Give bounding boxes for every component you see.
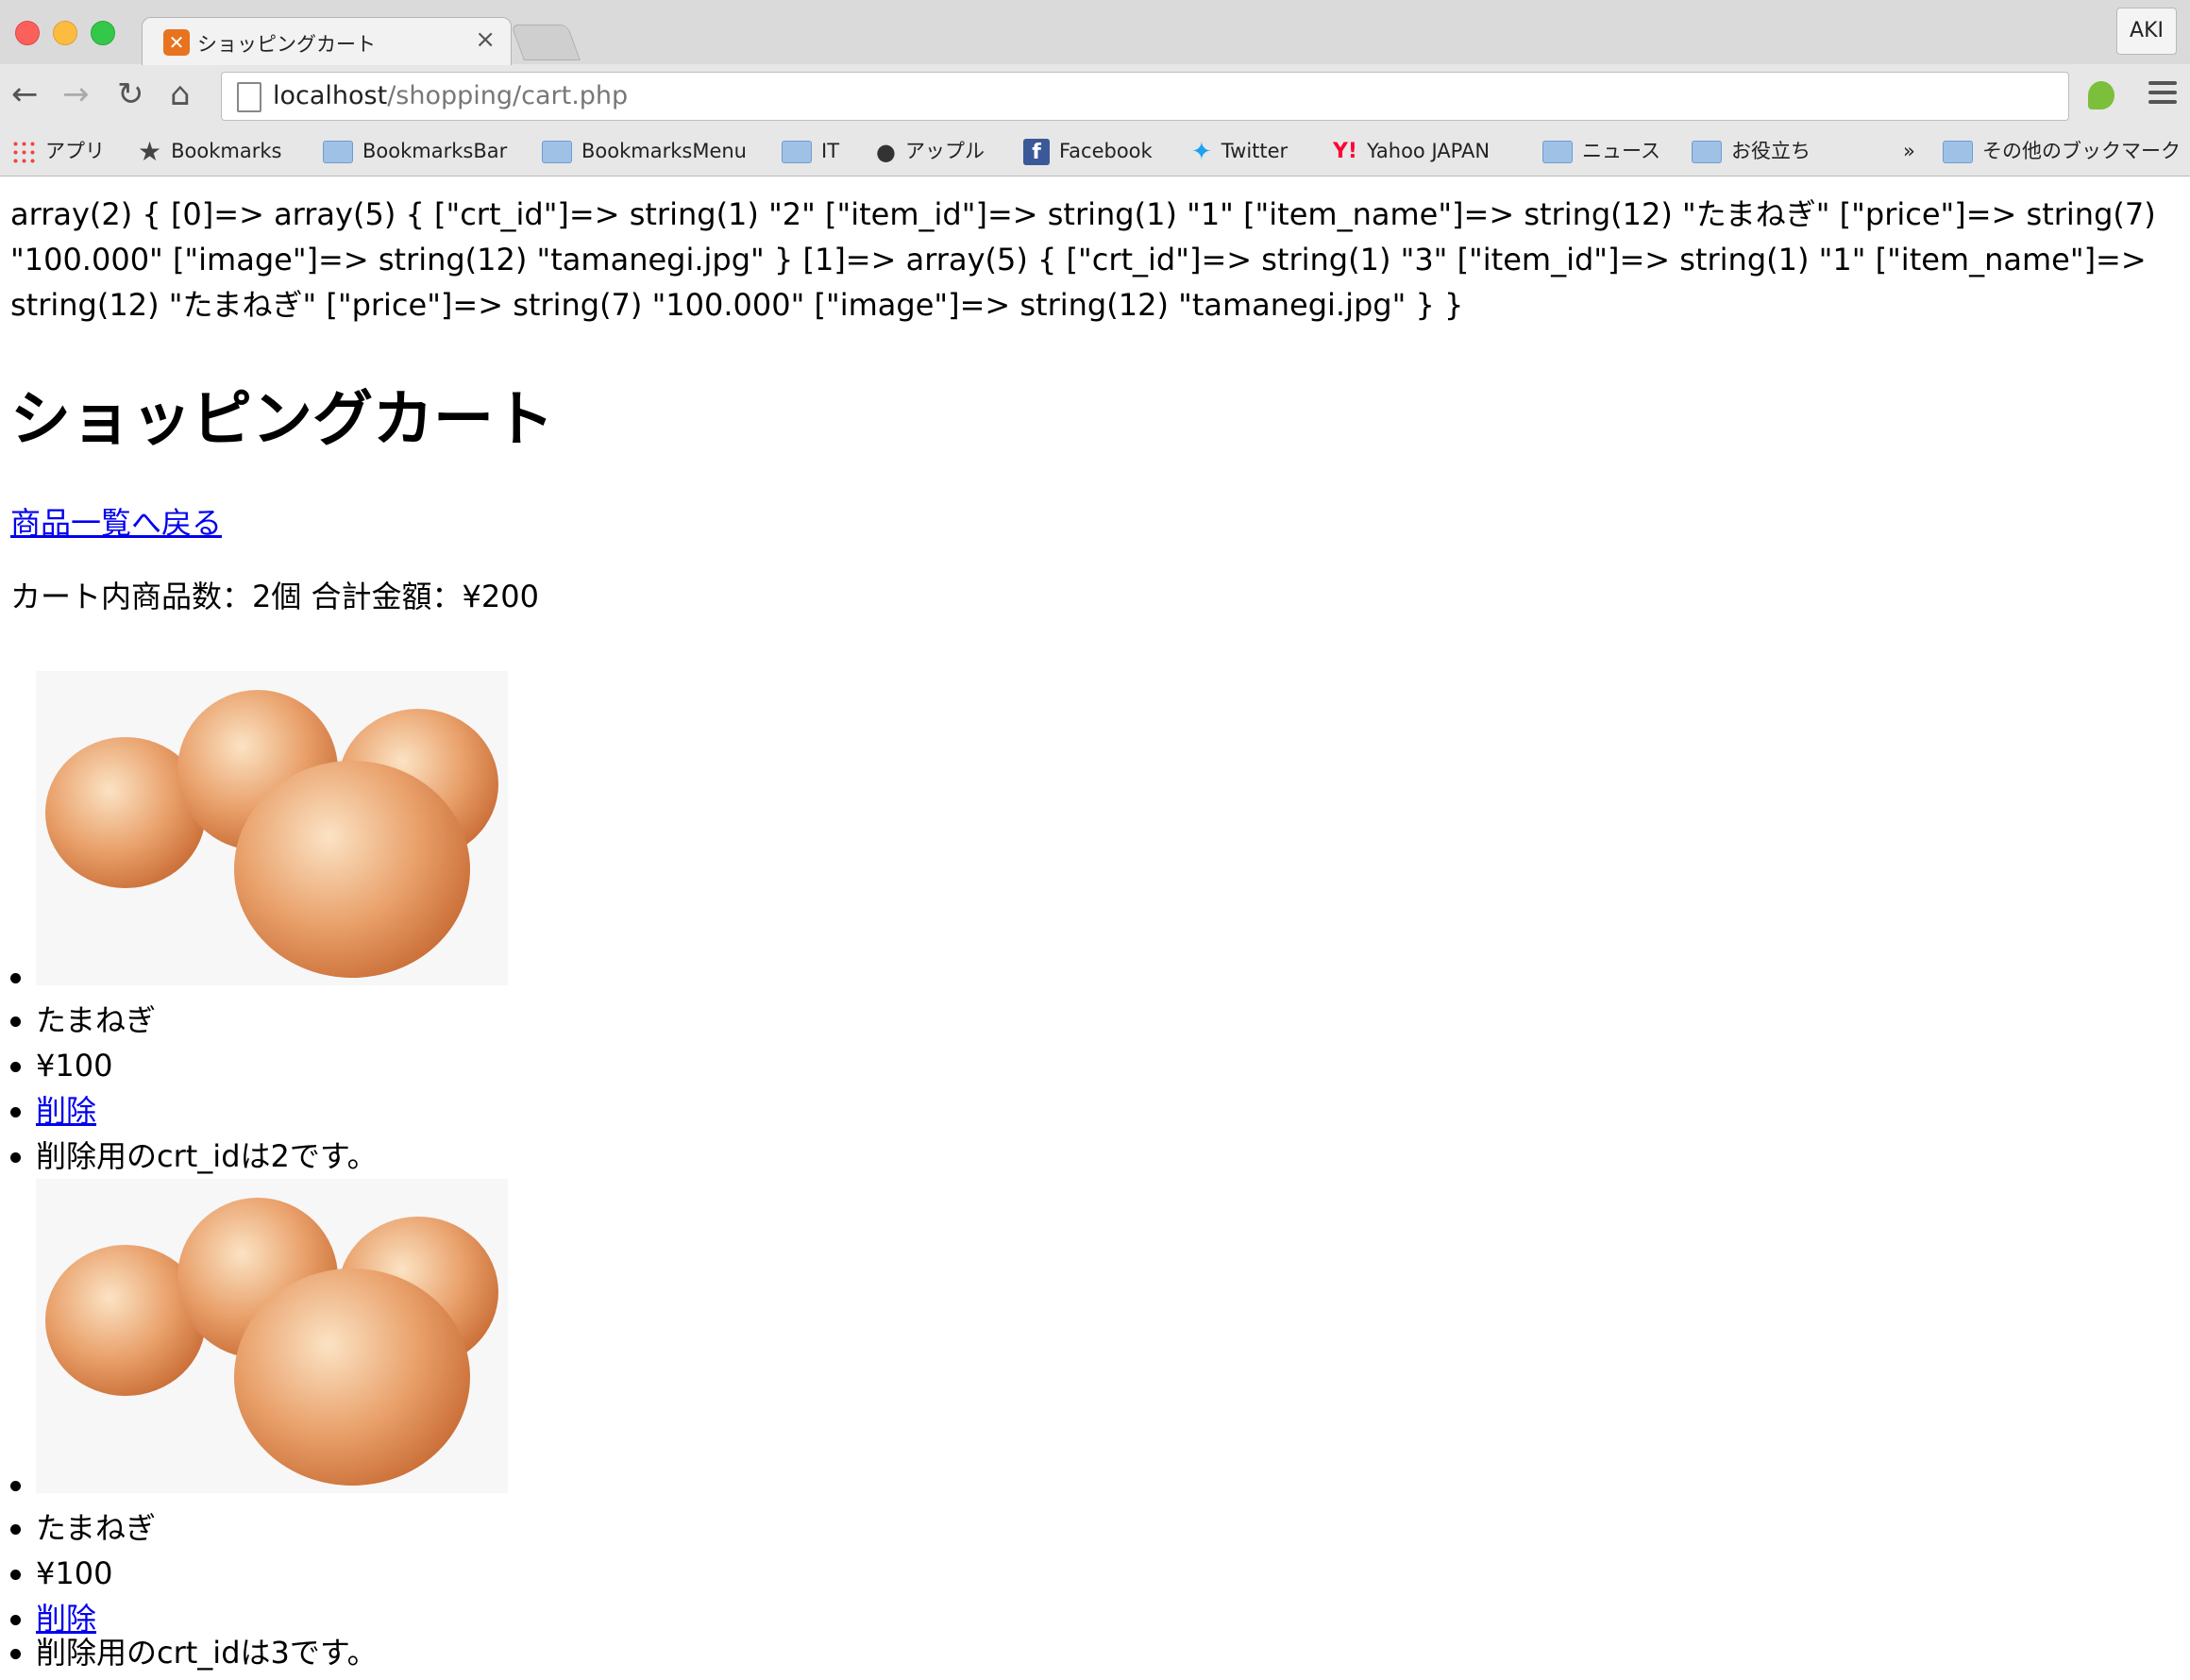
item-price: ¥100 (36, 1048, 113, 1084)
page-icon (237, 82, 261, 112)
bullet (10, 1615, 21, 1625)
bookmark-it[interactable]: IT (782, 134, 839, 168)
hamburger-menu-icon[interactable] (2148, 81, 2177, 109)
bookmark-bookmarksbar[interactable]: BookmarksBar (323, 134, 507, 168)
page-title: ショッピングカート (10, 385, 554, 455)
cart-summary: カート内商品数：2個 合計金額：¥200 (10, 579, 539, 614)
home-icon[interactable]: ⌂ (170, 76, 191, 113)
bookmark-label: アップル (904, 140, 985, 162)
item-name: たまねぎ (36, 1510, 157, 1546)
bookmark-news[interactable]: ニュース (1542, 134, 1660, 168)
tab-title: ショッピングカート (197, 33, 376, 56)
bookmark-label: BookmarksBar (362, 140, 508, 162)
bookmark-label: BookmarksMenu (581, 140, 747, 162)
url-path: /shopping/cart.php (387, 81, 629, 110)
bullet (10, 1524, 21, 1535)
bookmark-label: Bookmarks (171, 140, 282, 162)
folder-icon (1692, 141, 1722, 163)
yahoo-icon: Y! (1333, 140, 1357, 163)
bullet (10, 1649, 21, 1659)
bookmark-useful[interactable]: お役立ち (1692, 134, 1811, 168)
back-arrow-icon[interactable]: ← (11, 76, 39, 113)
reload-icon[interactable]: ↻ (117, 76, 144, 113)
facebook-icon: f (1023, 139, 1050, 165)
bullet (10, 1062, 21, 1072)
bookmark-label: ニュース (1582, 140, 1660, 162)
bookmark-other[interactable]: その他のブックマーク (1943, 134, 2181, 168)
browser-chrome: ✕ ショッピングカート × AKI ← → ↻ ⌂ localhost/shop… (0, 0, 2190, 176)
folder-icon (323, 141, 353, 163)
bookmark-bookmarksmenu[interactable]: BookmarksMenu (542, 134, 747, 168)
onion-image (36, 671, 508, 985)
twitter-icon: ✦ (1191, 138, 1212, 166)
apps-grid-icon (11, 140, 36, 164)
back-to-list-link[interactable]: 商品一覧へ戻る (10, 499, 222, 543)
item-price: ¥100 (36, 1555, 113, 1591)
bookmarks-bar: アプリ ★ Bookmarks BookmarksBar BookmarksMen… (0, 130, 2190, 176)
item-note: 削除用のcrt_idは2です。 (36, 1138, 378, 1174)
forward-arrow-icon[interactable]: → (62, 76, 90, 113)
overflow-chevron-icon: » (1903, 140, 1915, 162)
bullet (10, 1016, 21, 1027)
bookmark-twitter[interactable]: ✦ Twitter (1191, 134, 1288, 168)
bookmark-label: Twitter (1221, 140, 1289, 162)
minimize-window-button[interactable] (53, 21, 77, 45)
bookmark-label: お役立ち (1731, 140, 1811, 162)
close-window-button[interactable] (15, 21, 40, 45)
star-icon: ★ (138, 136, 162, 167)
delete-link[interactable]: 削除 (36, 1088, 96, 1134)
item-note: 削除用のcrt_idは3です。 (36, 1635, 378, 1671)
bookmark-label: IT (821, 140, 840, 162)
tab-strip: ✕ ショッピングカート × AKI (0, 0, 2190, 65)
bookmarks-overflow-button[interactable]: » (1903, 134, 1915, 168)
folder-icon (1943, 141, 1973, 163)
item-name: たまねぎ (36, 1002, 157, 1038)
onion-image (36, 1179, 508, 1493)
tab-close-icon[interactable]: × (475, 25, 496, 54)
bookmark-apps[interactable]: アプリ (11, 134, 105, 168)
folder-icon (1542, 141, 1573, 163)
zoom-window-button[interactable] (91, 21, 115, 45)
bookmark-label: その他のブックマーク (1982, 140, 2181, 162)
new-tab-button[interactable] (511, 25, 581, 60)
bookmark-label: Yahoo JAPAN (1366, 140, 1491, 162)
var-dump-output: array(2) { [0]=> array(5) { ["crt_id"]=>… (10, 196, 2156, 323)
profile-button[interactable]: AKI (2116, 8, 2177, 55)
folder-icon (782, 141, 812, 163)
apple-icon: ● (876, 139, 896, 165)
bookmark-apple[interactable]: ● アップル (876, 134, 985, 168)
address-bar[interactable]: localhost/shopping/cart.php (221, 72, 2069, 121)
xampp-favicon-icon: ✕ (163, 29, 190, 56)
bullet (10, 1481, 21, 1491)
url-host: localhost (273, 81, 388, 110)
page-content: array(2) { [0]=> array(5) { ["crt_id"]=>… (0, 176, 2190, 1680)
url-text[interactable]: localhost/shopping/cart.php (273, 81, 628, 110)
bookmark-yahoo-japan[interactable]: Y! Yahoo JAPAN (1333, 134, 1490, 168)
bookmark-facebook[interactable]: f Facebook (1023, 134, 1153, 168)
bookmark-label: アプリ (45, 140, 105, 162)
tab-active[interactable]: ✕ ショッピングカート × (142, 17, 512, 65)
bullet (10, 1152, 21, 1163)
bullet (10, 973, 21, 983)
folder-icon (542, 141, 572, 163)
bullet (10, 1570, 21, 1580)
bookmark-bookmarks[interactable]: ★ Bookmarks (138, 134, 281, 168)
evernote-extension-icon[interactable] (2088, 81, 2114, 109)
bookmark-label: Facebook (1059, 140, 1153, 162)
bullet (10, 1107, 21, 1117)
